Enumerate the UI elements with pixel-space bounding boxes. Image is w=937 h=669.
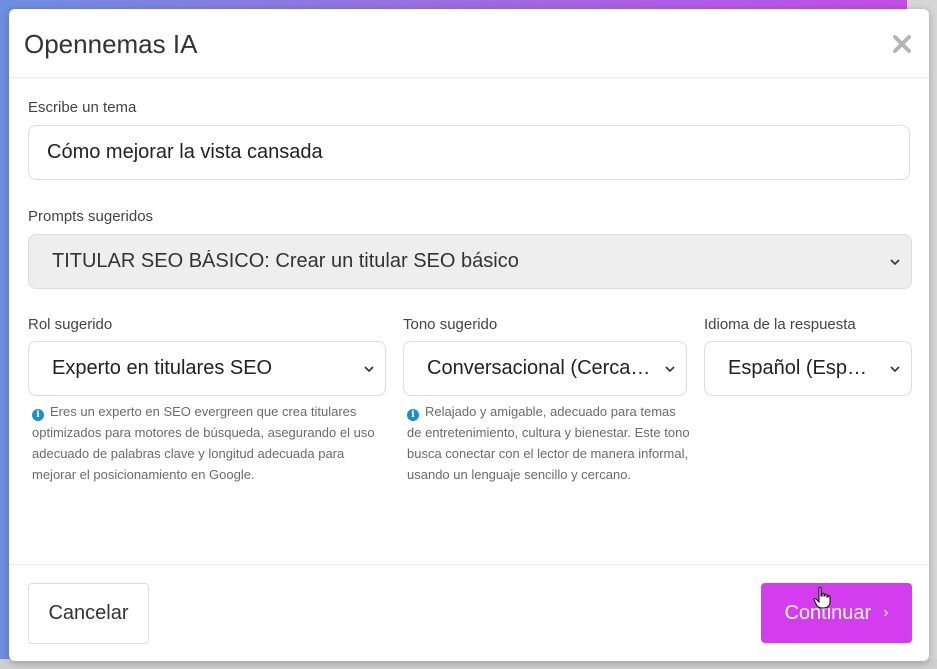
role-help-text: i Eres un experto en SEO evergreen que cr…	[32, 401, 377, 485]
language-label: Idioma de la respuesta	[704, 316, 856, 333]
ai-dialog: Opennemas IA Escribe un tema Cómo mejora…	[9, 9, 929, 661]
topic-input-value: Cómo mejorar la vista cansada	[47, 141, 323, 163]
info-icon: i	[32, 409, 44, 421]
tone-label: Tono sugerido	[403, 316, 498, 333]
tone-help-text: i Relajado y amigable, adecuado para tema…	[407, 401, 692, 485]
continue-button[interactable]: Continuar ›	[761, 583, 912, 643]
prompts-label: Prompts sugeridos	[28, 208, 154, 225]
tone-help-content: Relajado y amigable, adecuado para temas…	[407, 404, 690, 482]
topic-label: Escribe un tema	[28, 99, 137, 116]
role-select[interactable]: Experto en titulares SEO	[28, 341, 386, 396]
chevron-right-icon: ›	[883, 604, 889, 621]
chevron-down-icon	[665, 365, 675, 372]
role-help-content: Eres un experto en SEO evergreen que cre…	[32, 404, 375, 482]
prompts-selected-value: TITULAR SEO BÁSICO: Crear un titular SEO…	[52, 250, 519, 272]
dialog-header: Opennemas IA	[9, 9, 929, 78]
role-selected-value: Experto en titulares SEO	[52, 357, 273, 379]
chevron-down-icon	[890, 365, 900, 372]
dialog-title: Opennemas IA	[24, 29, 198, 59]
role-label: Rol sugerido	[28, 316, 113, 333]
cancel-button[interactable]: Cancelar	[28, 583, 149, 644]
tone-select[interactable]: Conversacional (Cercano)	[403, 341, 687, 396]
topic-input[interactable]: Cómo mejorar la vista cansada	[28, 125, 910, 180]
hand-cursor-icon	[813, 586, 831, 609]
chevron-down-icon	[364, 365, 374, 372]
chevron-down-icon	[890, 258, 900, 265]
close-icon[interactable]	[889, 31, 915, 57]
language-selected-value: Español (España)	[728, 357, 877, 379]
info-icon: i	[407, 409, 419, 421]
dialog-footer: Cancelar Continuar ›	[9, 564, 929, 661]
prompts-select[interactable]: TITULAR SEO BÁSICO: Crear un titular SEO…	[28, 234, 912, 289]
language-select[interactable]: Español (España)	[704, 341, 912, 396]
tone-selected-value: Conversacional (Cercano)	[427, 357, 652, 379]
